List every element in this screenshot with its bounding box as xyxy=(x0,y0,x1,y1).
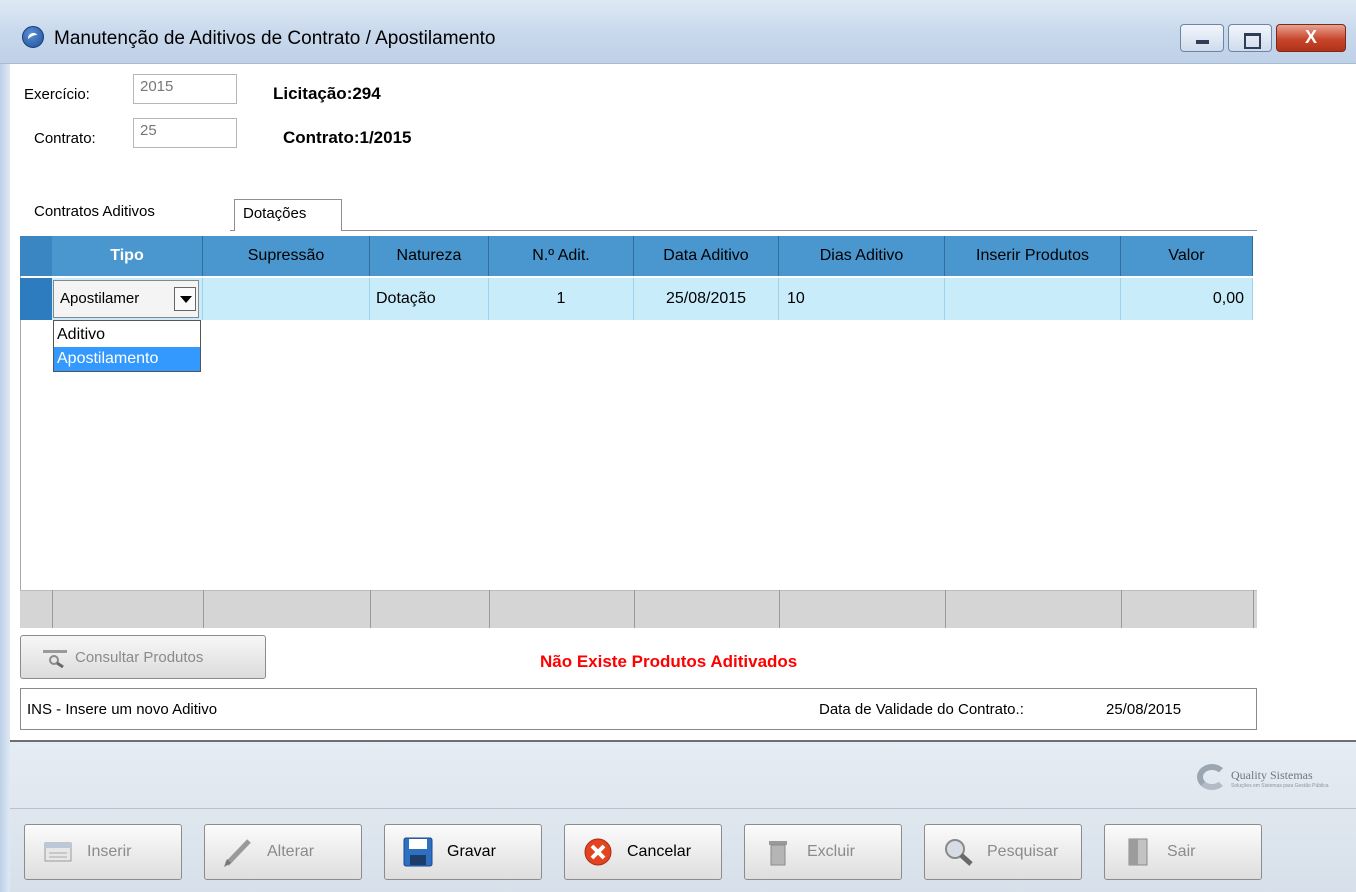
consultar-produtos-label: Consultar Produtos xyxy=(75,649,204,666)
minimize-button[interactable] xyxy=(1180,24,1224,52)
cell-supressao[interactable] xyxy=(203,278,370,320)
sair-button[interactable]: Sair xyxy=(1104,824,1262,880)
excluir-button[interactable]: Excluir xyxy=(744,824,902,880)
inserir-button[interactable]: Inserir xyxy=(24,824,182,880)
footer-separator xyxy=(1121,590,1122,628)
toolbar-separator xyxy=(10,808,1356,809)
logo-icon xyxy=(1197,764,1227,790)
cell-valor[interactable]: 0,00 xyxy=(1121,278,1253,320)
tipo-dropdown-list[interactable]: Aditivo Apostilamento xyxy=(53,320,201,372)
footer-separator xyxy=(52,590,53,628)
cell-data-aditivo[interactable]: 25/08/2015 xyxy=(634,278,779,320)
quality-sistemas-logo: Quality Sistemas Soluções em Sistemas pa… xyxy=(1195,760,1355,800)
validade-label: Data de Validade do Contrato.: xyxy=(819,701,1024,718)
gravar-button[interactable]: Gravar xyxy=(384,824,542,880)
logo-tagline: Soluções em Sistemas para Gestão Pública xyxy=(1231,783,1329,789)
grid-header-indicator xyxy=(20,236,52,276)
chevron-down-icon[interactable] xyxy=(174,287,196,311)
cell-inserir-produtos[interactable] xyxy=(945,278,1121,320)
cell-num-adit[interactable]: 1 xyxy=(489,278,634,320)
alterar-label: Alterar xyxy=(267,843,315,860)
alterar-button[interactable]: Alterar xyxy=(204,824,362,880)
column-header-tipo[interactable]: Tipo xyxy=(52,236,203,276)
footer-separator xyxy=(779,590,780,628)
footer-separator xyxy=(203,590,204,628)
exit-door-icon xyxy=(1128,838,1148,866)
magnifier-icon xyxy=(43,650,67,668)
cell-dias-aditivo[interactable]: 10 xyxy=(779,278,945,320)
cell-natureza[interactable]: Dotação xyxy=(370,278,489,320)
sair-label: Sair xyxy=(1167,843,1196,860)
exercicio-input[interactable]: 2015 xyxy=(133,74,237,104)
contrato-info: Contrato:1/2015 xyxy=(283,128,412,147)
footer-separator xyxy=(1253,590,1254,628)
inserir-label: Inserir xyxy=(87,843,132,860)
window-title: Manutenção de Aditivos de Contrato / Apo… xyxy=(54,28,496,49)
status-hint: INS - Insere um novo Aditivo xyxy=(27,701,218,718)
column-header-supressao[interactable]: Supressão xyxy=(203,236,370,276)
close-button[interactable]: X xyxy=(1276,24,1346,52)
tipo-option-aditivo[interactable]: Aditivo xyxy=(54,323,200,347)
warning-message: Não Existe Produtos Aditivados xyxy=(540,652,798,671)
magnifier-icon xyxy=(945,839,973,866)
cancelar-button[interactable]: Cancelar xyxy=(564,824,722,880)
footer-separator xyxy=(370,590,371,628)
contrato-input[interactable]: 25 xyxy=(133,118,237,148)
logo-name: Quality Sistemas xyxy=(1231,768,1313,782)
column-header-dias-aditivo[interactable]: Dias Aditivo xyxy=(779,236,945,276)
cancel-icon xyxy=(584,838,612,866)
cancelar-label: Cancelar xyxy=(627,843,692,860)
insert-icon xyxy=(44,842,72,862)
tipo-option-apostilamento[interactable]: Apostilamento xyxy=(54,347,200,371)
row-indicator[interactable] xyxy=(20,278,52,320)
consultar-produtos-button[interactable]: Consultar Produtos xyxy=(20,635,266,679)
footer-separator xyxy=(489,590,490,628)
tipo-select-value: Apostilamer xyxy=(60,290,140,307)
tipo-select[interactable]: Apostilamer xyxy=(53,280,199,318)
pesquisar-label: Pesquisar xyxy=(987,843,1059,860)
pencil-icon xyxy=(224,839,251,867)
window-titlebar[interactable]: Manutenção de Aditivos de Contrato / Apo… xyxy=(0,0,1356,64)
contrato-label: Contrato: xyxy=(34,130,96,147)
status-box: INS - Insere um novo Aditivo Data de Val… xyxy=(20,688,1257,730)
tab-dotacoes[interactable]: Dotações xyxy=(234,199,342,231)
tab-contratos-aditivos[interactable]: Contratos Aditivos xyxy=(20,195,230,231)
close-icon: X xyxy=(1304,27,1317,47)
floppy-disk-icon xyxy=(403,837,433,867)
column-header-valor[interactable]: Valor xyxy=(1121,236,1253,276)
column-header-num-adit[interactable]: N.º Adit. xyxy=(489,236,634,276)
gravar-label: Gravar xyxy=(447,843,496,860)
grid-footer-row xyxy=(20,590,1257,628)
column-header-data-aditivo[interactable]: Data Aditivo xyxy=(634,236,779,276)
excluir-label: Excluir xyxy=(807,843,856,860)
app-icon xyxy=(22,26,44,48)
footer-separator xyxy=(634,590,635,628)
footer-separator xyxy=(945,590,946,628)
licitacao-info: Licitação:294 xyxy=(273,84,381,103)
column-header-natureza[interactable]: Natureza xyxy=(370,236,489,276)
column-header-inserir-produtos[interactable]: Inserir Produtos xyxy=(945,236,1121,276)
window-frame xyxy=(0,0,10,892)
pesquisar-button[interactable]: Pesquisar xyxy=(924,824,1082,880)
trash-icon xyxy=(769,841,787,866)
exercicio-label: Exercício: xyxy=(24,86,90,103)
validade-value: 25/08/2015 xyxy=(1106,701,1182,718)
maximize-button[interactable] xyxy=(1228,24,1272,52)
